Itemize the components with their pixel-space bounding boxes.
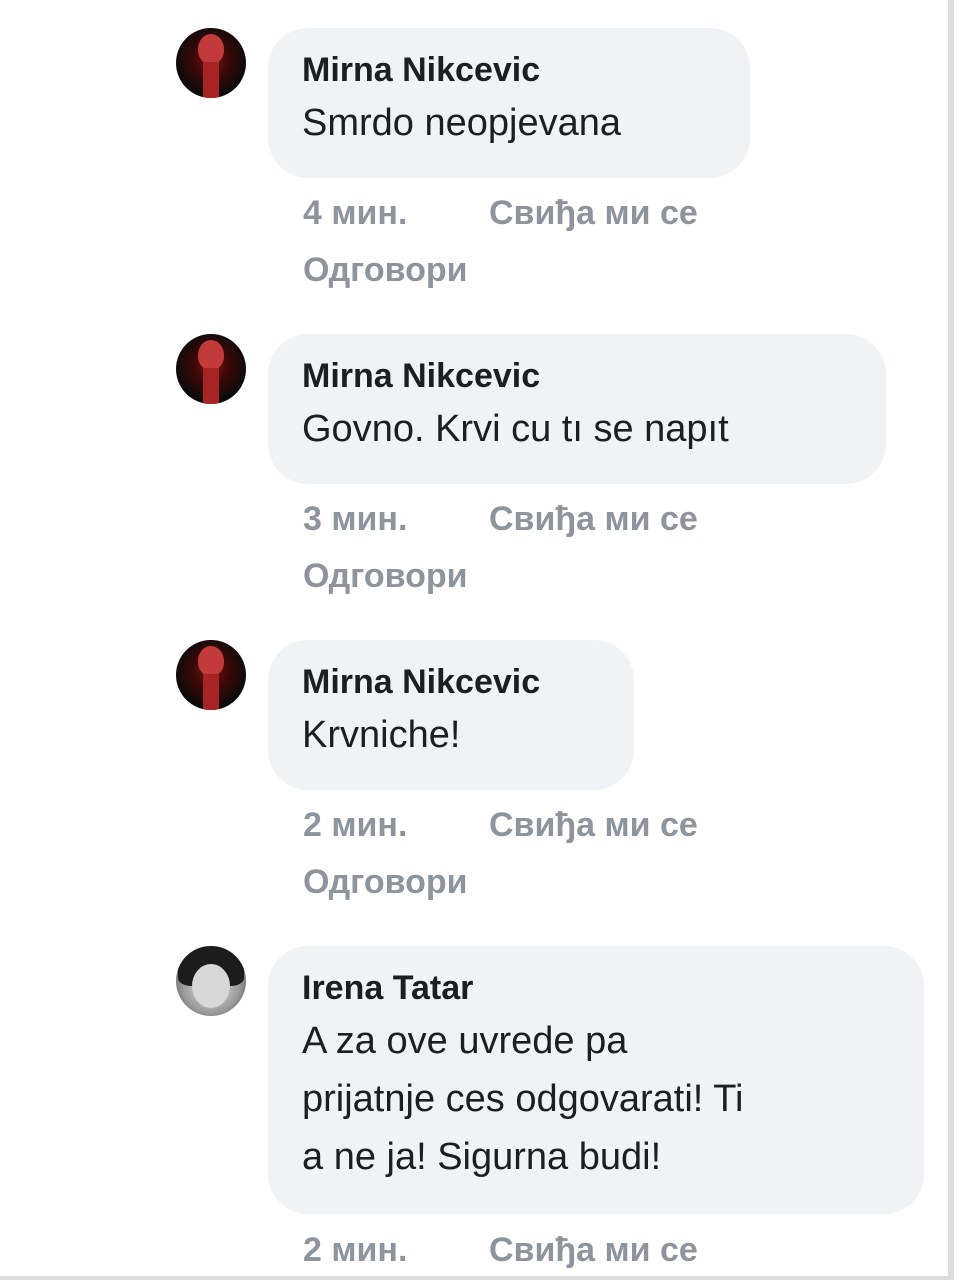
- reply-button[interactable]: Одговори: [303, 862, 468, 902]
- comment-time[interactable]: 4 мин.: [303, 194, 407, 232]
- screenshot-bottom-border: [0, 1276, 954, 1280]
- comment-bubble: Irena Tatar A za ove uvrede pa prijatnje…: [268, 946, 924, 1214]
- comment-author[interactable]: Irena Tatar: [302, 968, 890, 1008]
- like-button[interactable]: Свиђа ми се: [489, 193, 698, 233]
- avatar-face: [192, 964, 230, 1008]
- like-button[interactable]: Свиђа ми се: [489, 499, 698, 539]
- avatar[interactable]: [176, 946, 246, 1016]
- avatar-neck: [203, 368, 219, 404]
- comment-author[interactable]: Mirna Nikcevic: [302, 50, 716, 90]
- screenshot-right-border: [948, 0, 954, 1280]
- comment-time[interactable]: 2 мин.: [303, 806, 407, 844]
- comment-bubble: Mirna Nikcevic Govno. Krvi cu tı se napı…: [268, 334, 886, 484]
- comment-time[interactable]: 3 мин.: [303, 500, 407, 538]
- reply-button[interactable]: Одговори: [303, 250, 468, 290]
- comment-text: A za ove uvrede pa prijatnje ces odgovar…: [302, 1012, 890, 1186]
- avatar[interactable]: [176, 28, 246, 98]
- comment-text: Govno. Krvi cu tı se napıt: [302, 408, 729, 450]
- comment-bubble: Mirna Nikcevic Smrdo neopjevana: [268, 28, 750, 178]
- like-button[interactable]: Свиђа ми се: [489, 805, 698, 845]
- comment-text-line: a ne ja! Sigurna budi!: [302, 1136, 662, 1178]
- comment-meta: 2 мин. Свиђа ми се: [303, 1230, 698, 1270]
- comment-meta: 2 мин. Свиђа ми се: [303, 805, 698, 845]
- comment-author[interactable]: Mirna Nikcevic: [302, 662, 600, 702]
- avatar-neck: [203, 62, 219, 98]
- avatar-face: [198, 340, 224, 370]
- comment-text-line: prijatnje ces odgovarati! Ti: [302, 1078, 744, 1120]
- comment-text: Smrdo neopjevana: [302, 102, 621, 144]
- comment-time[interactable]: 2 мин.: [303, 1231, 407, 1269]
- avatar-face: [198, 34, 224, 64]
- comment-meta: 3 мин. Свиђа ми се: [303, 499, 698, 539]
- reply-button[interactable]: Одговори: [303, 556, 468, 596]
- comment-meta: 4 мин. Свиђа ми се: [303, 193, 698, 233]
- comment-author[interactable]: Mirna Nikcevic: [302, 356, 852, 396]
- avatar-neck: [203, 674, 219, 710]
- avatar-face: [198, 646, 224, 676]
- comment-text-line: A za ove uvrede pa: [302, 1020, 628, 1062]
- comment-bubble: Mirna Nikcevic Krvniche!: [268, 640, 634, 790]
- comment-text: Krvniche!: [302, 714, 461, 756]
- like-button[interactable]: Свиђа ми се: [489, 1230, 698, 1270]
- avatar[interactable]: [176, 640, 246, 710]
- avatar[interactable]: [176, 334, 246, 404]
